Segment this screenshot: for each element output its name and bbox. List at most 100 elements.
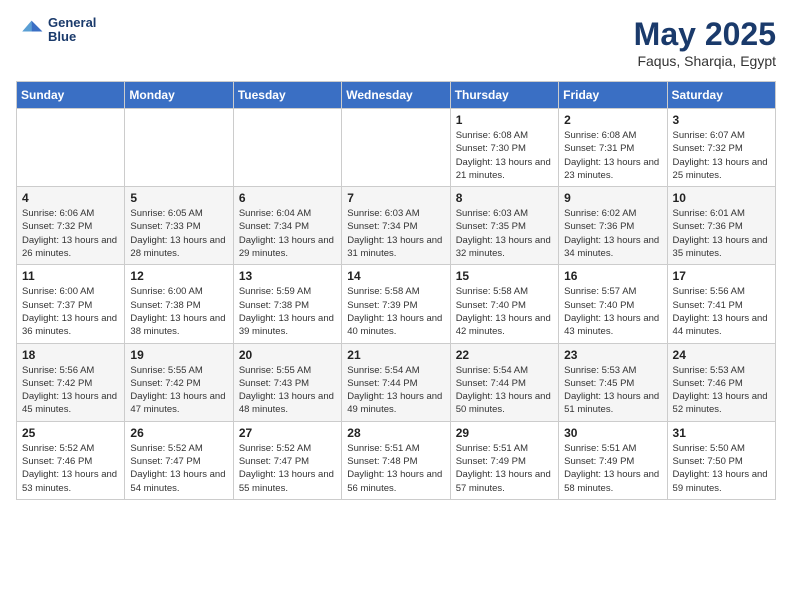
cell-info-text: Sunrise: 5:55 AM Sunset: 7:42 PM Dayligh… — [130, 364, 227, 417]
cell-info-text: Sunrise: 5:52 AM Sunset: 7:47 PM Dayligh… — [239, 442, 336, 495]
cell-date-number: 14 — [347, 269, 444, 283]
weekday-header-monday: Monday — [125, 82, 233, 109]
calendar-cell — [17, 109, 125, 187]
calendar-cell: 21 Sunrise: 5:54 AM Sunset: 7:44 PM Dayli… — [342, 343, 450, 421]
cell-date-number: 30 — [564, 426, 661, 440]
calendar-cell: 16Sunrise: 5:57 AM Sunset: 7:40 PM Dayli… — [559, 265, 667, 343]
calendar-cell: 24Sunrise: 5:53 AM Sunset: 7:46 PM Dayli… — [667, 343, 775, 421]
calendar-cell: 22 Sunrise: 5:54 AM Sunset: 7:44 PM Dayli… — [450, 343, 558, 421]
cell-date-number: 29 — [456, 426, 553, 440]
week-row-5: 25Sunrise: 5:52 AM Sunset: 7:46 PM Dayli… — [17, 421, 776, 499]
calendar-cell: 30Sunrise: 5:51 AM Sunset: 7:49 PM Dayli… — [559, 421, 667, 499]
calendar-table: SundayMondayTuesdayWednesdayThursdayFrid… — [16, 81, 776, 500]
week-row-3: 11 Sunrise: 6:00 AM Sunset: 7:37 PM Dayli… — [17, 265, 776, 343]
cell-date-number: 5 — [130, 191, 227, 205]
cell-date-number: 13 — [239, 269, 336, 283]
cell-info-text: Sunrise: 5:56 AM Sunset: 7:41 PM Dayligh… — [673, 285, 770, 338]
calendar-cell: 2 Sunrise: 6:08 AM Sunset: 7:31 PM Daylig… — [559, 109, 667, 187]
cell-info-text: Sunrise: 6:06 AM Sunset: 7:32 PM Dayligh… — [22, 207, 119, 260]
cell-info-text: Sunrise: 5:52 AM Sunset: 7:46 PM Dayligh… — [22, 442, 119, 495]
calendar-cell: 18 Sunrise: 5:56 AM Sunset: 7:42 PM Dayli… — [17, 343, 125, 421]
weekday-row: SundayMondayTuesdayWednesdayThursdayFrid… — [17, 82, 776, 109]
cell-info-text: Sunrise: 5:50 AM Sunset: 7:50 PM Dayligh… — [673, 442, 770, 495]
calendar-cell: 8 Sunrise: 6:03 AM Sunset: 7:35 PM Daylig… — [450, 187, 558, 265]
cell-info-text: Sunrise: 6:01 AM Sunset: 7:36 PM Dayligh… — [673, 207, 770, 260]
cell-date-number: 10 — [673, 191, 770, 205]
weekday-header-saturday: Saturday — [667, 82, 775, 109]
calendar-cell: 1 Sunrise: 6:08 AM Sunset: 7:30 PM Daylig… — [450, 109, 558, 187]
calendar-cell: 20 Sunrise: 5:55 AM Sunset: 7:43 PM Dayli… — [233, 343, 341, 421]
cell-date-number: 21 — [347, 348, 444, 362]
calendar-cell: 6Sunrise: 6:04 AM Sunset: 7:34 PM Daylig… — [233, 187, 341, 265]
cell-date-number: 18 — [22, 348, 119, 362]
calendar-cell: 14Sunrise: 5:58 AM Sunset: 7:39 PM Dayli… — [342, 265, 450, 343]
cell-date-number: 15 — [456, 269, 553, 283]
calendar-cell: 13 Sunrise: 5:59 AM Sunset: 7:38 PM Dayli… — [233, 265, 341, 343]
cell-info-text: Sunrise: 6:08 AM Sunset: 7:30 PM Dayligh… — [456, 129, 553, 182]
weekday-header-thursday: Thursday — [450, 82, 558, 109]
calendar-cell: 31 Sunrise: 5:50 AM Sunset: 7:50 PM Dayli… — [667, 421, 775, 499]
logo-line1: General — [48, 16, 96, 30]
calendar-cell: 28 Sunrise: 5:51 AM Sunset: 7:48 PM Dayli… — [342, 421, 450, 499]
calendar-cell: 23Sunrise: 5:53 AM Sunset: 7:45 PM Dayli… — [559, 343, 667, 421]
cell-info-text: Sunrise: 5:54 AM Sunset: 7:44 PM Dayligh… — [456, 364, 553, 417]
cell-date-number: 11 — [22, 269, 119, 283]
calendar-cell: 3 Sunrise: 6:07 AM Sunset: 7:32 PM Daylig… — [667, 109, 775, 187]
cell-date-number: 6 — [239, 191, 336, 205]
cell-info-text: Sunrise: 6:08 AM Sunset: 7:31 PM Dayligh… — [564, 129, 661, 182]
calendar-header: SundayMondayTuesdayWednesdayThursdayFrid… — [17, 82, 776, 109]
page-header: General Blue May 2025 Faqus, Sharqia, Eg… — [16, 16, 776, 69]
calendar-cell: 9 Sunrise: 6:02 AM Sunset: 7:36 PM Daylig… — [559, 187, 667, 265]
cell-date-number: 17 — [673, 269, 770, 283]
cell-date-number: 12 — [130, 269, 227, 283]
calendar-cell: 29Sunrise: 5:51 AM Sunset: 7:49 PM Dayli… — [450, 421, 558, 499]
cell-info-text: Sunrise: 5:59 AM Sunset: 7:38 PM Dayligh… — [239, 285, 336, 338]
cell-date-number: 9 — [564, 191, 661, 205]
week-row-4: 18 Sunrise: 5:56 AM Sunset: 7:42 PM Dayli… — [17, 343, 776, 421]
cell-date-number: 31 — [673, 426, 770, 440]
calendar-title: May 2025 — [634, 16, 776, 53]
cell-info-text: Sunrise: 5:51 AM Sunset: 7:48 PM Dayligh… — [347, 442, 444, 495]
calendar-subtitle: Faqus, Sharqia, Egypt — [634, 53, 776, 69]
logo: General Blue — [16, 16, 96, 45]
cell-info-text: Sunrise: 5:56 AM Sunset: 7:42 PM Dayligh… — [22, 364, 119, 417]
calendar-cell — [233, 109, 341, 187]
cell-date-number: 26 — [130, 426, 227, 440]
cell-date-number: 27 — [239, 426, 336, 440]
calendar-cell: 27 Sunrise: 5:52 AM Sunset: 7:47 PM Dayli… — [233, 421, 341, 499]
cell-info-text: Sunrise: 5:55 AM Sunset: 7:43 PM Dayligh… — [239, 364, 336, 417]
cell-date-number: 22 — [456, 348, 553, 362]
cell-info-text: Sunrise: 6:07 AM Sunset: 7:32 PM Dayligh… — [673, 129, 770, 182]
weekday-header-friday: Friday — [559, 82, 667, 109]
week-row-2: 4Sunrise: 6:06 AM Sunset: 7:32 PM Daylig… — [17, 187, 776, 265]
calendar-cell: 19Sunrise: 5:55 AM Sunset: 7:42 PM Dayli… — [125, 343, 233, 421]
cell-date-number: 8 — [456, 191, 553, 205]
calendar-cell: 5Sunrise: 6:05 AM Sunset: 7:33 PM Daylig… — [125, 187, 233, 265]
cell-info-text: Sunrise: 5:58 AM Sunset: 7:40 PM Dayligh… — [456, 285, 553, 338]
week-row-1: 1 Sunrise: 6:08 AM Sunset: 7:30 PM Daylig… — [17, 109, 776, 187]
cell-info-text: Sunrise: 5:52 AM Sunset: 7:47 PM Dayligh… — [130, 442, 227, 495]
title-block: May 2025 Faqus, Sharqia, Egypt — [634, 16, 776, 69]
calendar-cell: 25Sunrise: 5:52 AM Sunset: 7:46 PM Dayli… — [17, 421, 125, 499]
calendar-cell: 12 Sunrise: 6:00 AM Sunset: 7:38 PM Dayli… — [125, 265, 233, 343]
cell-date-number: 20 — [239, 348, 336, 362]
weekday-header-sunday: Sunday — [17, 82, 125, 109]
cell-info-text: Sunrise: 5:54 AM Sunset: 7:44 PM Dayligh… — [347, 364, 444, 417]
cell-date-number: 1 — [456, 113, 553, 127]
logo-line2: Blue — [48, 30, 96, 44]
cell-info-text: Sunrise: 5:53 AM Sunset: 7:46 PM Dayligh… — [673, 364, 770, 417]
cell-info-text: Sunrise: 6:02 AM Sunset: 7:36 PM Dayligh… — [564, 207, 661, 260]
cell-info-text: Sunrise: 6:00 AM Sunset: 7:38 PM Dayligh… — [130, 285, 227, 338]
cell-info-text: Sunrise: 6:03 AM Sunset: 7:35 PM Dayligh… — [456, 207, 553, 260]
calendar-cell: 26 Sunrise: 5:52 AM Sunset: 7:47 PM Dayli… — [125, 421, 233, 499]
cell-date-number: 2 — [564, 113, 661, 127]
cell-date-number: 7 — [347, 191, 444, 205]
calendar-cell: 15 Sunrise: 5:58 AM Sunset: 7:40 PM Dayli… — [450, 265, 558, 343]
calendar-cell: 17 Sunrise: 5:56 AM Sunset: 7:41 PM Dayli… — [667, 265, 775, 343]
logo-text: General Blue — [48, 16, 96, 45]
cell-date-number: 3 — [673, 113, 770, 127]
cell-date-number: 28 — [347, 426, 444, 440]
calendar-cell — [125, 109, 233, 187]
cell-info-text: Sunrise: 6:03 AM Sunset: 7:34 PM Dayligh… — [347, 207, 444, 260]
cell-info-text: Sunrise: 6:00 AM Sunset: 7:37 PM Dayligh… — [22, 285, 119, 338]
